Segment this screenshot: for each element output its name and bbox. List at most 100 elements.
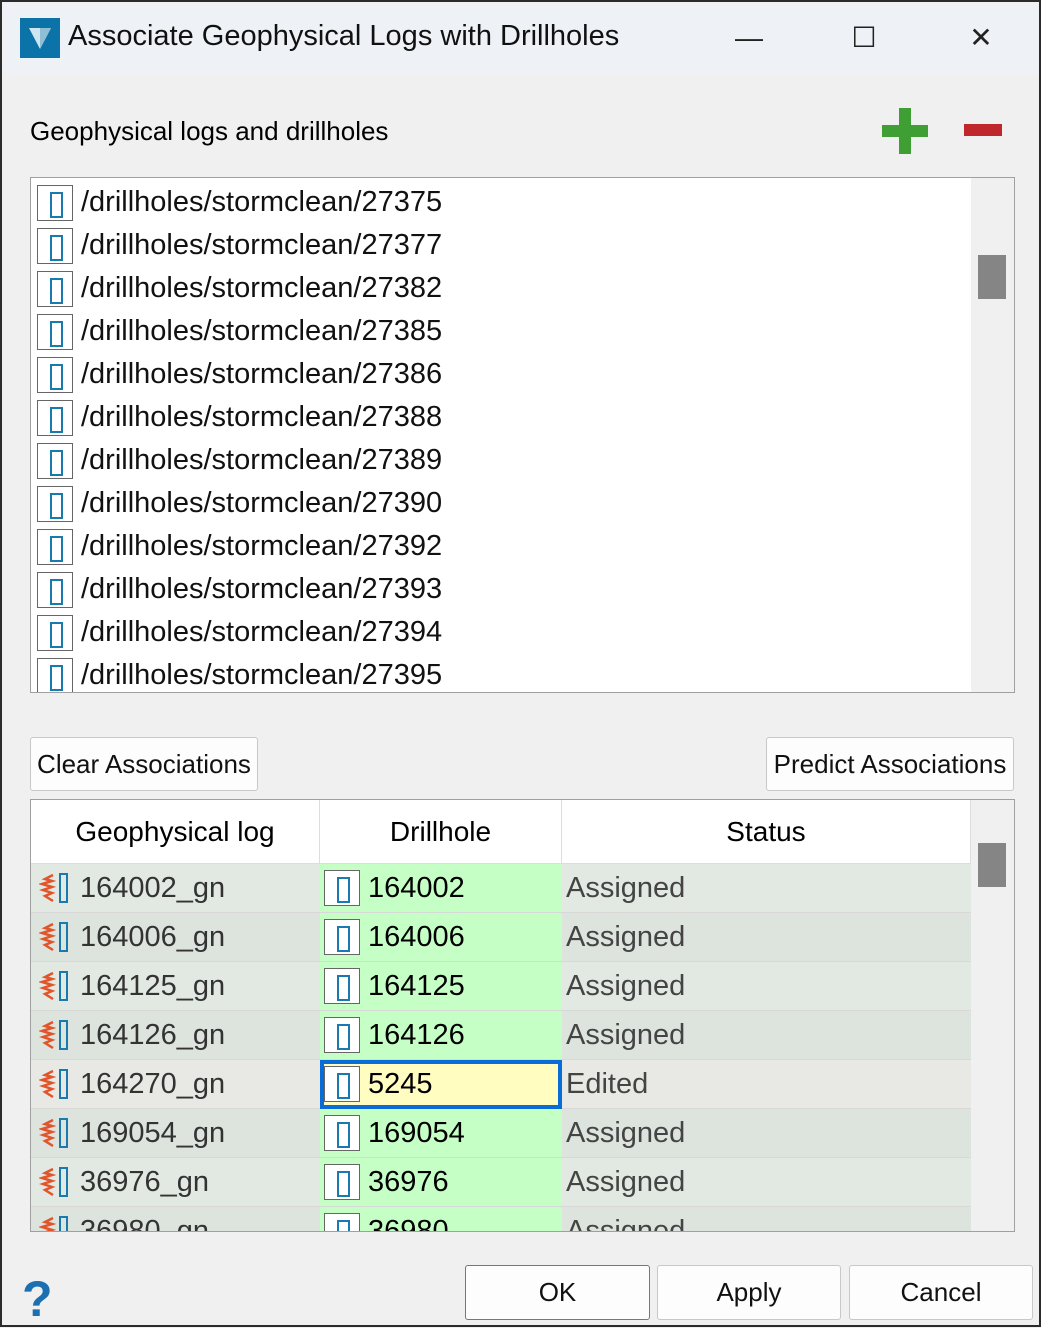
drillhole-value: 164002	[368, 871, 465, 904]
add-icon[interactable]	[882, 108, 928, 154]
drillhole-list-item[interactable]: /drillholes/stormclean/27385	[37, 310, 442, 353]
drillhole-path: /drillholes/stormclean/27375	[81, 186, 443, 218]
drillhole-icon	[324, 1066, 360, 1102]
log-cell[interactable]: 164270_gn	[31, 1060, 320, 1109]
column-header-status[interactable]: Status	[562, 800, 971, 864]
cancel-button[interactable]: Cancel	[849, 1265, 1033, 1320]
table-row[interactable]: 36976_gn 36976 Assigned	[31, 1158, 971, 1207]
drillhole-value: 169054	[368, 1116, 465, 1149]
drillhole-cell[interactable]: 164125	[320, 962, 562, 1011]
drillhole-icon	[37, 571, 73, 608]
log-drillhole-icon	[59, 873, 68, 903]
geophysical-log-icon	[39, 922, 57, 952]
table-row[interactable]: 164126_gn 164126 Assigned	[31, 1011, 971, 1060]
status-cell: Assigned	[562, 962, 971, 1011]
log-name: 36980_gn	[80, 1214, 210, 1232]
log-cell[interactable]: 164002_gn	[31, 864, 320, 913]
drillhole-list-item[interactable]: /drillholes/stormclean/27388	[37, 396, 442, 439]
status-text: Assigned	[566, 1214, 686, 1232]
drillhole-value: 36980	[368, 1214, 449, 1232]
remove-icon[interactable]	[964, 124, 1002, 136]
drillhole-list-item[interactable]: /drillholes/stormclean/27377	[37, 224, 442, 267]
drillhole-path: /drillholes/stormclean/27390	[81, 487, 443, 519]
drillhole-path: /drillholes/stormclean/27388	[81, 401, 443, 433]
apply-button[interactable]: Apply	[657, 1265, 841, 1320]
geophysical-log-icon	[39, 873, 57, 903]
help-icon[interactable]: ?	[22, 1270, 53, 1328]
maximize-button[interactable]: ☐	[839, 16, 889, 60]
drillhole-list-item[interactable]: /drillholes/stormclean/27386	[37, 353, 442, 396]
log-drillhole-icon	[59, 1069, 68, 1099]
status-text: Assigned	[566, 1116, 686, 1149]
drillhole-cell[interactable]: 164126	[320, 1011, 562, 1060]
drillhole-icon	[37, 614, 73, 651]
drillhole-cell[interactable]: 164006	[320, 913, 562, 962]
drillhole-icon	[37, 227, 73, 264]
drillhole-cell[interactable]: 36980	[320, 1207, 562, 1232]
log-cell[interactable]: 164125_gn	[31, 962, 320, 1011]
drillhole-path: /drillholes/stormclean/27386	[81, 358, 443, 390]
clear-associations-button[interactable]: Clear Associations	[30, 737, 258, 791]
ok-button[interactable]: OK	[465, 1265, 650, 1320]
log-drillhole-icon	[59, 1167, 68, 1197]
log-cell[interactable]: 164006_gn	[31, 913, 320, 962]
drillhole-icon	[324, 1164, 360, 1200]
log-cell[interactable]: 36976_gn	[31, 1158, 320, 1207]
drillhole-path: /drillholes/stormclean/27382	[81, 272, 443, 304]
table-row[interactable]: 169054_gn 169054 Assigned	[31, 1109, 971, 1158]
drillhole-list-item[interactable]: /drillholes/stormclean/27382	[37, 267, 442, 310]
scrollbar-thumb[interactable]	[978, 255, 1006, 299]
drillhole-path: /drillholes/stormclean/27395	[81, 659, 443, 691]
minimize-button[interactable]: —	[724, 16, 774, 60]
list-scrollbar[interactable]	[971, 178, 1014, 692]
drillhole-value: 5245	[368, 1067, 433, 1100]
drillhole-list-item[interactable]: /drillholes/stormclean/27390	[37, 482, 442, 525]
drillhole-icon	[324, 968, 360, 1004]
log-drillhole-icon	[59, 1118, 68, 1148]
drillhole-list-item[interactable]: /drillholes/stormclean/27392	[37, 525, 442, 568]
log-name: 164125_gn	[80, 969, 226, 1002]
drillhole-cell[interactable]: 5245	[320, 1060, 562, 1109]
drillhole-cell[interactable]: 169054	[320, 1109, 562, 1158]
scrollbar-thumb[interactable]	[978, 843, 1006, 887]
app-logo-icon	[20, 18, 60, 58]
column-header-drillhole[interactable]: Drillhole	[320, 800, 562, 864]
close-button[interactable]: ✕	[956, 16, 1006, 60]
table-row[interactable]: 164125_gn 164125 Assigned	[31, 962, 971, 1011]
drillhole-list-item[interactable]: /drillholes/stormclean/27395	[37, 654, 443, 692]
drillhole-cell[interactable]: 36976	[320, 1158, 562, 1207]
log-drillhole-icon	[59, 1216, 68, 1231]
table-row[interactable]: 164270_gn 5245 Edited	[31, 1060, 971, 1109]
drillhole-list-item[interactable]: /drillholes/stormclean/27394	[37, 611, 442, 654]
drillhole-list-item[interactable]: /drillholes/stormclean/27393	[37, 568, 442, 611]
drillhole-value: 164125	[368, 969, 465, 1002]
geophysical-log-icon	[39, 971, 57, 1001]
geophysical-log-icon	[39, 1118, 57, 1148]
log-name: 164126_gn	[80, 1018, 226, 1051]
drillhole-list-item[interactable]: /drillholes/stormclean/27389	[37, 439, 442, 482]
geophysical-log-icon	[39, 1069, 57, 1099]
drillhole-icon	[324, 1017, 360, 1053]
log-cell[interactable]: 36980_gn	[31, 1207, 320, 1232]
log-name: 164002_gn	[80, 871, 226, 904]
table-scrollbar[interactable]	[971, 800, 1014, 1231]
log-cell[interactable]: 169054_gn	[31, 1109, 320, 1158]
table-row[interactable]: 164006_gn 164006 Assigned	[31, 913, 971, 962]
drillhole-cell[interactable]: 164002	[320, 864, 562, 913]
geophysical-log-icon	[39, 1020, 57, 1050]
drillhole-icon	[37, 485, 73, 522]
table-row[interactable]: 164002_gn 164002 Assigned	[31, 864, 971, 913]
table-row[interactable]: 36980_gn 36980 Assigned	[31, 1207, 971, 1232]
associations-table: Geophysical log Drillhole Status 164002_…	[30, 799, 1015, 1232]
log-cell[interactable]: 164126_gn	[31, 1011, 320, 1060]
drillhole-list-item[interactable]: /drillholes/stormclean/27375	[37, 181, 442, 224]
drillhole-icon	[324, 870, 360, 906]
drillhole-path: /drillholes/stormclean/27389	[81, 444, 443, 476]
drillhole-icon	[37, 313, 73, 350]
drillhole-path: /drillholes/stormclean/27377	[81, 229, 443, 261]
log-name: 169054_gn	[80, 1116, 226, 1149]
status-cell: Assigned	[562, 864, 971, 913]
column-header-log[interactable]: Geophysical log	[31, 800, 320, 864]
drillhole-list[interactable]: /drillholes/stormclean/27395/drillholes/…	[30, 177, 1015, 693]
predict-associations-button[interactable]: Predict Associations	[766, 737, 1014, 791]
